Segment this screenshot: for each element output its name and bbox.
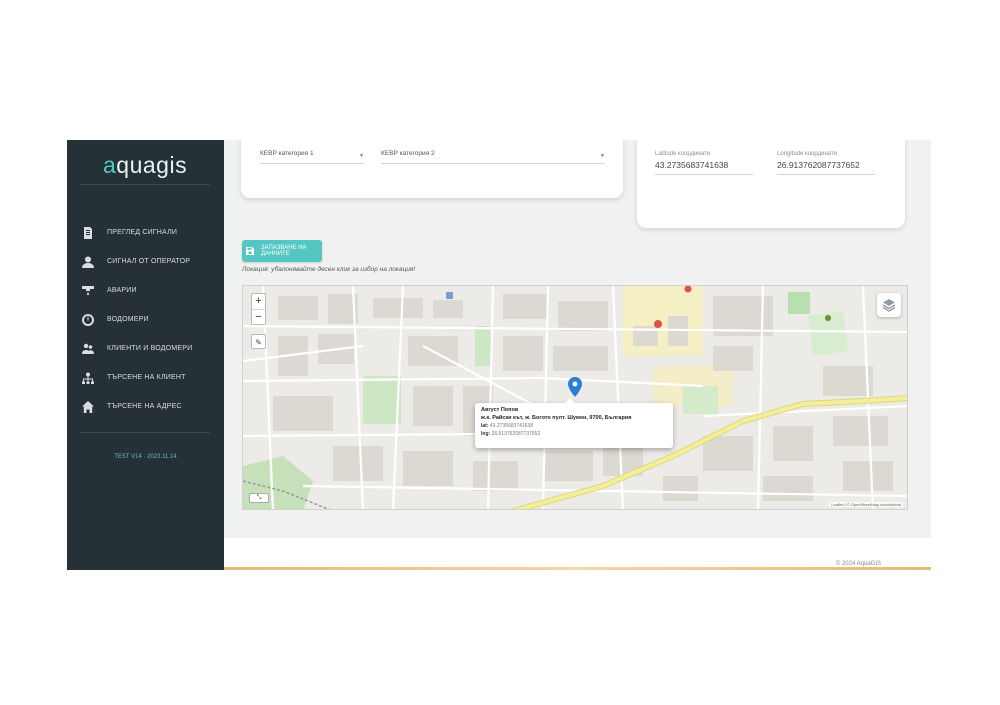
map-tiles bbox=[243, 286, 907, 509]
popup-client-name: Август Попов bbox=[481, 407, 519, 413]
main-content: КЕВР категория 1 ▼ КЕВР категория 2 ▼ La… bbox=[224, 140, 931, 570]
search-client-icon bbox=[82, 372, 94, 384]
map-attribution: Leaflet | © OpenStreetMap contributors bbox=[829, 502, 903, 507]
sidebar-item-signals-overview[interactable]: ПРЕГЛЕД СИГНАЛИ bbox=[67, 218, 224, 247]
sidebar-item-label: КЛИЕНТИ И ВОДОМЕРИ bbox=[107, 345, 193, 352]
coordinates-card: Latitude координати 43.2735683741638 Lon… bbox=[637, 140, 905, 228]
divider bbox=[81, 432, 210, 433]
sidebar-nav: ПРЕГЛЕД СИГНАЛИ СИГНАЛ ОТ ОПЕРАТОР АВАРИ… bbox=[67, 218, 224, 421]
sidebar-item-label: ВОДОМЕРИ bbox=[107, 316, 149, 323]
main-bottom-area bbox=[224, 538, 931, 570]
sidebar-item-accidents[interactable]: АВАРИИ bbox=[67, 276, 224, 305]
sidebar-item-clients-meters[interactable]: КЛИЕНТИ И ВОДОМЕРИ bbox=[67, 334, 224, 363]
clients-users-icon bbox=[82, 343, 94, 355]
sidebar-item-search-address[interactable]: ТЪРСЕНЕ НА АДРЕС bbox=[67, 392, 224, 421]
chevron-down-icon: ▼ bbox=[359, 153, 364, 159]
version-text: TEST V14 · 2023.11.14 bbox=[114, 454, 177, 460]
longitude-label: Longitude координати bbox=[777, 151, 838, 157]
home-address-icon bbox=[82, 400, 94, 413]
sidebar-item-water-meters[interactable]: ВОДОМЕРИ bbox=[67, 305, 224, 334]
longitude-value[interactable]: 26.913762087737652 bbox=[777, 160, 875, 175]
document-list-icon bbox=[82, 226, 94, 239]
location-popup: Август Попов ж.к. Райски кът, ж. Богото … bbox=[475, 398, 673, 448]
sidebar-item-label: ТЪРСЕНЕ НА КЛИЕНТ bbox=[107, 374, 186, 381]
zoom-control: + − bbox=[251, 293, 266, 325]
save-data-button[interactable]: ЗАПАЗВАНЕ НА ДАННИТЕ bbox=[242, 240, 322, 262]
save-floppy-icon bbox=[246, 247, 254, 255]
draw-tool-button[interactable]: ✎ bbox=[251, 334, 266, 349]
sidebar-item-label: СИГНАЛ ОТ ОПЕРАТОР bbox=[107, 258, 191, 265]
sidebar: aquagis ПРЕГЛЕД СИГНАЛИ СИГНАЛ ОТ ОПЕРАТ… bbox=[67, 140, 224, 570]
layers-icon bbox=[882, 299, 896, 312]
popup-lat-row: lat: 43.2735683741638 bbox=[481, 423, 533, 429]
sidebar-item-label: АВАРИИ bbox=[107, 287, 137, 294]
sidebar-item-search-client[interactable]: ТЪРСЕНЕ НА КЛИЕНТ bbox=[67, 363, 224, 392]
popup-lng-row: lng: 26.913762087737652 bbox=[481, 431, 541, 437]
sidebar-item-label: ТЪРСЕНЕ НА АДРЕС bbox=[107, 403, 182, 410]
app-window: aquagis ПРЕГЛЕД СИГНАЛИ СИГНАЛ ОТ ОПЕРАТ… bbox=[67, 140, 931, 570]
zoom-out-button[interactable]: − bbox=[252, 309, 265, 324]
chevron-down-icon: ▼ bbox=[600, 153, 605, 159]
leak-pipe-icon bbox=[82, 285, 94, 297]
location-hint: Локация: убалонявайте десен клик за избо… bbox=[242, 266, 416, 273]
kevr-category-2-select[interactable]: КЕВР категория 2 ▼ bbox=[381, 150, 605, 164]
kevr-category-1-select[interactable]: КЕВР категория 1 ▼ bbox=[260, 150, 364, 164]
operator-user-icon bbox=[82, 256, 94, 268]
save-button-label: ЗАПАЗВАНЕ НА ДАННИТЕ bbox=[261, 245, 307, 257]
map-view[interactable]: + − ✎ Август Попов ж.к. Райски кът, ж. Б… bbox=[242, 285, 908, 510]
sidebar-item-operator-signal[interactable]: СИГНАЛ ОТ ОПЕРАТОР bbox=[67, 247, 224, 276]
divider bbox=[81, 184, 210, 185]
popup-address: ж.к. Райски кът, ж. Богото пулт. Шумен, … bbox=[481, 415, 632, 421]
water-meter-icon bbox=[82, 313, 94, 326]
measure-button[interactable]: ⤡ bbox=[249, 493, 269, 503]
latitude-value[interactable]: 43.2735683741638 bbox=[655, 160, 753, 175]
sidebar-item-label: ПРЕГЛЕД СИГНАЛИ bbox=[107, 229, 178, 236]
layers-button[interactable] bbox=[877, 293, 901, 317]
footer-accent-line bbox=[224, 567, 931, 570]
zoom-in-button[interactable]: + bbox=[252, 294, 265, 309]
latitude-field[interactable]: Latitude координати 43.2735683741638 bbox=[655, 151, 753, 175]
category-card: КЕВР категория 1 ▼ КЕВР категория 2 ▼ bbox=[241, 140, 623, 198]
longitude-field[interactable]: Longitude координати 26.913762087737652 bbox=[777, 151, 875, 175]
map-marker-icon[interactable] bbox=[568, 377, 582, 397]
latitude-label: Latitude координати bbox=[655, 151, 711, 157]
logo-text: aquagis bbox=[103, 151, 188, 178]
aquagis-logo[interactable]: aquagis bbox=[103, 148, 187, 182]
